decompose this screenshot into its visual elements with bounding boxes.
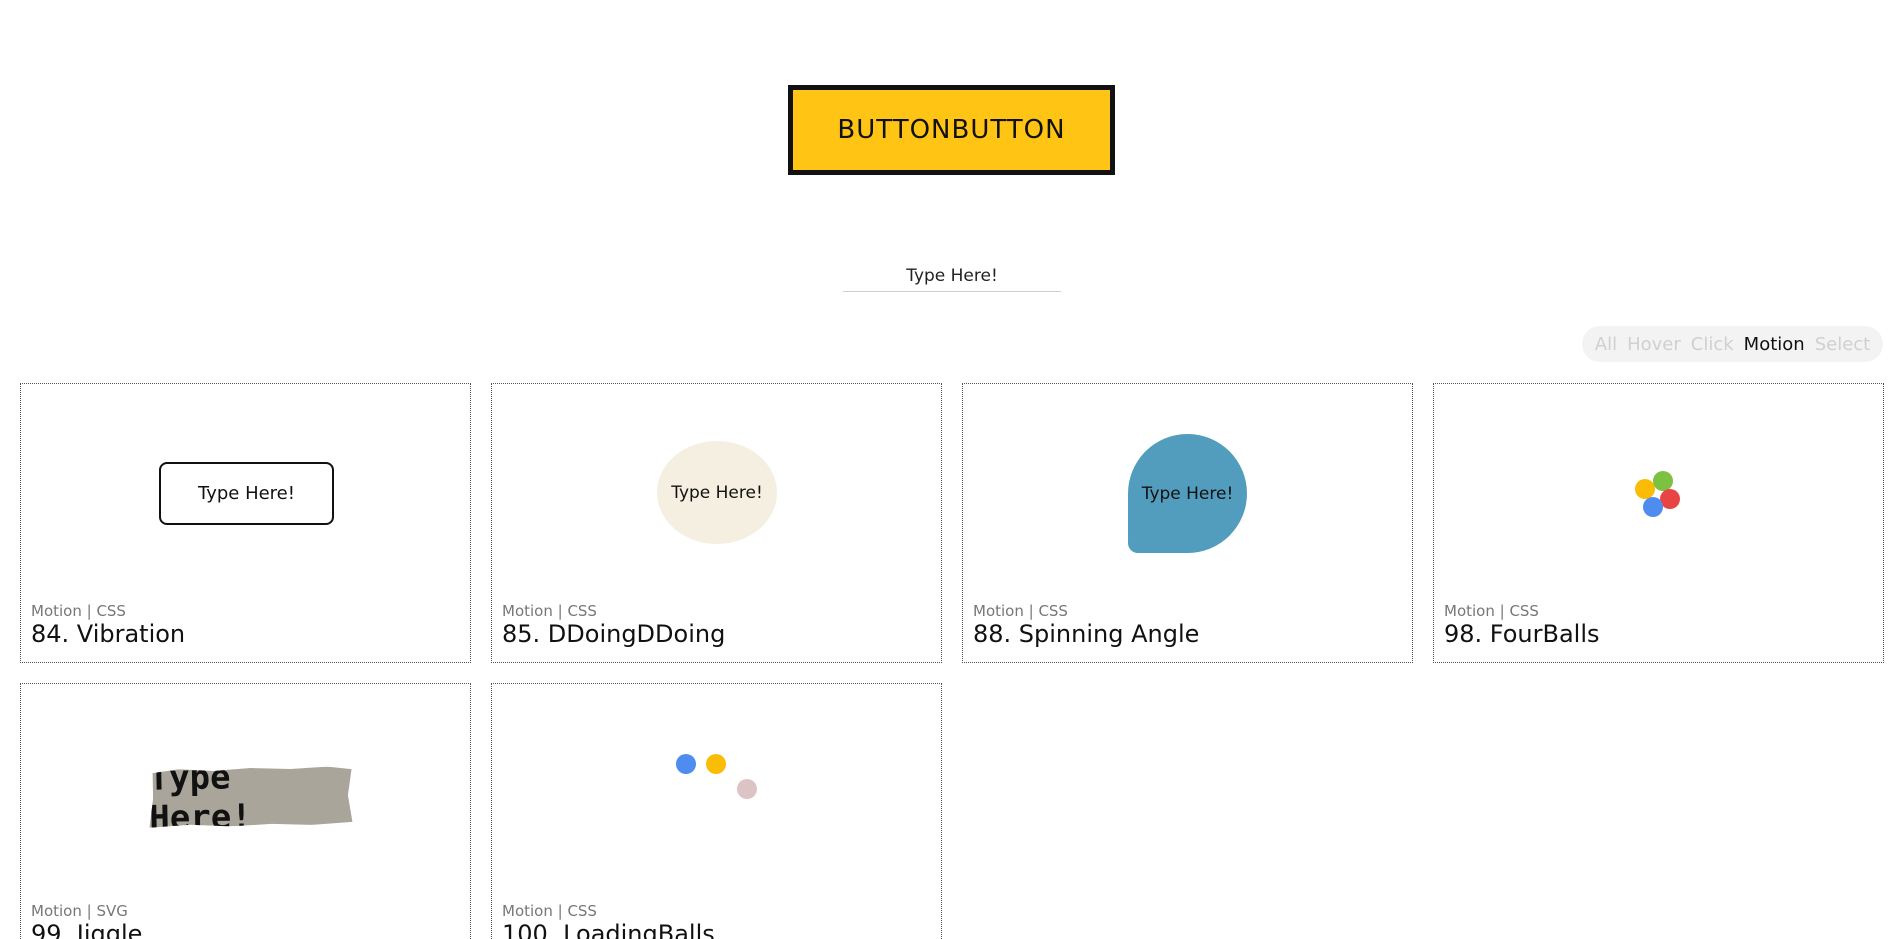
card-meta: Motion | CSS [973, 602, 1068, 620]
demo-area: Type Here! [963, 384, 1412, 604]
yellow-ball [1635, 479, 1655, 499]
card-title: 100. LoadingBalls [502, 920, 715, 939]
card-ddoingddoing[interactable]: Type Here! Motion | CSS 85. DDoingDDoing [491, 383, 942, 663]
green-ball [1653, 471, 1673, 491]
card-title: 85. DDoingDDoing [502, 620, 726, 648]
page: BUTTONBUTTON All Hover Click Motion Sele… [0, 0, 1903, 939]
jiggle-demo-text[interactable]: Type Here! [149, 766, 353, 828]
blue-ball [1643, 497, 1663, 517]
type-here-input[interactable] [843, 260, 1061, 292]
yellow-ball [706, 754, 726, 774]
red-ball [1660, 489, 1680, 509]
card-meta: Motion | CSS [502, 902, 597, 920]
card-fourballs[interactable]: Motion | CSS 98. FourBalls [1433, 383, 1884, 663]
filter-select[interactable]: Select [1815, 334, 1871, 355]
filter-bar: All Hover Click Motion Select [1582, 326, 1883, 362]
demo-area: Type Here! [492, 384, 941, 604]
card-title: 99. Jiggle [31, 920, 143, 939]
ddoing-demo-bubble[interactable]: Type Here! [657, 441, 777, 544]
card-meta: Motion | CSS [502, 602, 597, 620]
demo-area [492, 684, 941, 904]
card-spinning-angle[interactable]: Type Here! Motion | CSS 88. Spinning Ang… [962, 383, 1413, 663]
demo-area: Type Here! [21, 384, 470, 604]
card-title: 88. Spinning Angle [973, 620, 1200, 648]
card-meta: Motion | CSS [1444, 602, 1539, 620]
filter-all[interactable]: All [1595, 334, 1617, 355]
card-meta: Motion | SVG [31, 902, 128, 920]
blue-ball [676, 754, 696, 774]
filter-hover[interactable]: Hover [1627, 334, 1681, 355]
demo-area [1434, 384, 1883, 604]
card-vibration[interactable]: Type Here! Motion | CSS 84. Vibration [20, 383, 471, 663]
demo-area: Type Here! [21, 684, 470, 904]
card-loadingballs[interactable]: Motion | CSS 100. LoadingBalls [491, 683, 942, 939]
card-title: 84. Vibration [31, 620, 186, 648]
vibration-demo-input[interactable]: Type Here! [159, 462, 334, 525]
hero-button[interactable]: BUTTONBUTTON [788, 85, 1115, 175]
card-meta: Motion | CSS [31, 602, 126, 620]
filter-click[interactable]: Click [1691, 334, 1734, 355]
card-jiggle[interactable]: Type Here! Motion | SVG 99. Jiggle [20, 683, 471, 939]
spinning-angle-demo-blob[interactable]: Type Here! [1128, 434, 1247, 553]
card-title: 98. FourBalls [1444, 620, 1600, 648]
filter-motion[interactable]: Motion [1744, 334, 1805, 355]
pink-ball [737, 779, 757, 799]
